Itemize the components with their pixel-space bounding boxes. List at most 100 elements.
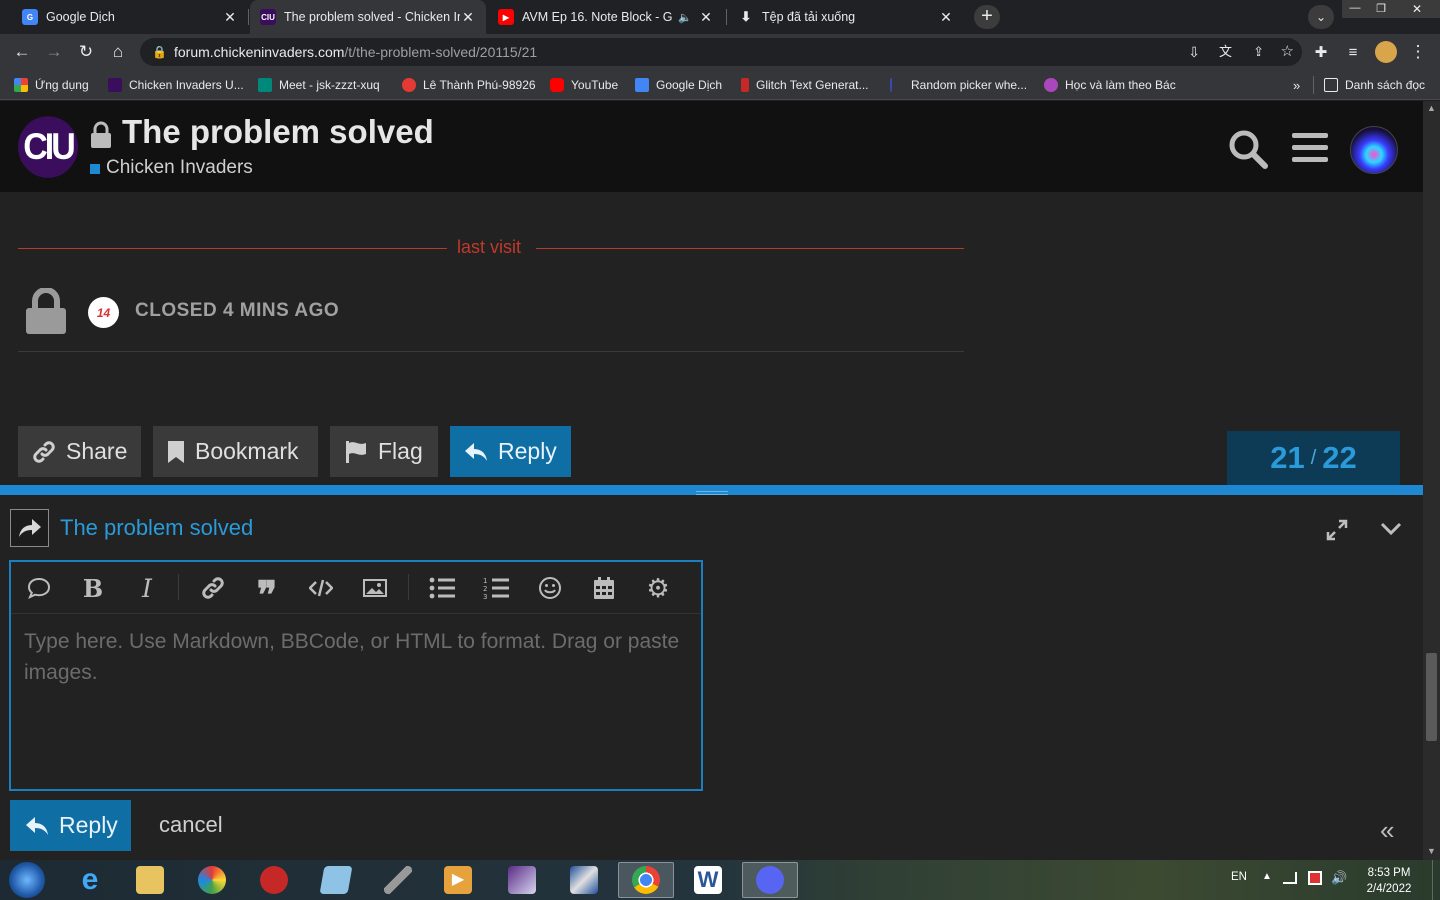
italic-icon[interactable]: I [131,572,163,604]
tray-expand-icon[interactable]: ▲ [1262,871,1272,882]
emoji-icon[interactable] [534,572,566,604]
taskbar-discord[interactable] [742,862,798,898]
speech-bubble-icon[interactable] [23,572,55,604]
system-clock[interactable]: 8:53 PM 2/4/2022 [1352,865,1426,897]
home-icon[interactable]: ⌂ [106,40,130,64]
taskbar-word[interactable]: W [680,862,736,898]
minimize-button[interactable]: — [1342,0,1368,18]
taskbar-paint[interactable] [184,862,240,898]
page-scrollbar[interactable]: ▲ ▼ [1423,101,1440,860]
bookmark-apps[interactable]: Ứng dụng [14,76,89,94]
close-icon[interactable]: ✕ [222,9,238,26]
bookmark-meet[interactable]: Meet - jsk-zzzt-xuq [258,76,380,94]
taskbar-explorer[interactable] [122,862,178,898]
scroll-up-icon[interactable]: ▲ [1427,103,1436,113]
flag-button[interactable]: Flag [330,426,438,477]
fullscreen-icon[interactable] [1326,519,1348,541]
close-icon[interactable]: ✕ [938,9,954,26]
reply-composer: The problem solved B I ❞ 123 ⚙ Type here… [0,485,1423,860]
bookmark-hoc-va-lam[interactable]: Học và làm theo Bác [1044,76,1176,94]
translate-icon[interactable]: 文 [1219,38,1232,66]
menu-icon[interactable]: ⋮ [1406,40,1430,64]
volume-icon[interactable]: 🔊 [1331,870,1347,886]
taskbar-tool[interactable] [370,862,426,898]
taskbar-game2[interactable] [556,862,612,898]
share-button[interactable]: Share [18,426,141,477]
lock-icon[interactable]: 🔒 [152,38,167,66]
quote-icon[interactable]: ❞ [251,572,283,614]
bookmark-youtube[interactable]: YouTube [550,76,618,94]
address-bar[interactable]: 🔒 forum.chickeninvaders.com/t/the-proble… [140,38,1302,66]
tab-problem-solved[interactable]: CIU The problem solved - Chicken Invader… [250,0,486,34]
reading-list[interactable]: Danh sách đọc [1324,76,1425,94]
restore-button[interactable]: ❐ [1368,0,1394,18]
reply-action-icon[interactable] [10,509,49,547]
category-link[interactable]: Chicken Invaders [106,157,253,179]
reply-textarea[interactable]: Type here. Use Markdown, BBCode, or HTML… [24,626,694,688]
install-icon[interactable]: ⇩ [1188,38,1200,66]
bookmark-random-picker[interactable]: Random picker whe... [890,76,1027,94]
tab-google-dich[interactable]: G Google Dịch ✕ [12,0,248,34]
cancel-link[interactable]: cancel [159,812,223,838]
bookmark-le-thanh-phu[interactable]: Lê Thành Phú-98926 [402,76,536,94]
taskbar-app-red[interactable] [246,862,302,898]
folder-icon [136,866,164,894]
collapse-sidebar-icon[interactable]: « [1380,815,1394,846]
chevron-down-icon[interactable] [1380,521,1402,537]
closer-avatar[interactable]: 14 [88,297,119,328]
topic-title[interactable]: The problem solved [122,113,434,151]
media-control-icon[interactable]: ≡ [1341,40,1365,64]
star-icon[interactable]: ☆ [1281,38,1294,66]
reply-button-top[interactable]: Reply [450,426,571,477]
calendar-icon[interactable] [588,572,620,604]
close-icon[interactable]: ✕ [698,9,714,26]
taskbar-ie[interactable]: e [62,862,118,898]
discord-icon [756,866,784,894]
taskbar-chrome[interactable] [618,862,674,898]
forum-logo[interactable]: CIU [18,116,78,178]
reload-icon[interactable]: ↻ [74,40,98,64]
gear-icon[interactable]: ⚙ [642,572,674,604]
close-window-button[interactable]: ✕ [1394,0,1440,18]
reply-submit-button[interactable]: Reply [10,800,131,851]
forward-icon[interactable]: → [42,40,66,64]
scrollbar-thumb[interactable] [1426,653,1437,741]
taskbar-game[interactable] [494,862,550,898]
tool-icon [384,866,412,894]
action-center-icon[interactable] [1308,871,1322,885]
bookmark-chicken-invaders[interactable]: Chicken Invaders U... [108,76,244,94]
bookmark-button[interactable]: Bookmark [153,426,318,477]
new-tab-button[interactable]: + [974,5,1000,29]
extensions-icon[interactable]: ✚ [1309,40,1333,64]
profile-avatar[interactable] [1375,41,1397,63]
user-avatar[interactable] [1350,126,1398,174]
start-button[interactable] [0,862,54,898]
bookmark-google-dich[interactable]: Google Dịch [635,76,722,94]
speaker-icon[interactable]: 🔈 [678,11,692,24]
code-icon[interactable] [305,572,337,604]
tab-avm-ep16[interactable]: ▶ AVM Ep 16. Note Block - Gre 🔈 ✕ [488,0,724,34]
scroll-down-icon[interactable]: ▼ [1427,846,1436,856]
taskbar-media[interactable]: ▶ [430,862,486,898]
taskbar-notepad[interactable] [308,862,364,898]
image-icon[interactable] [359,572,391,604]
composer-resize-grip[interactable] [696,491,728,495]
bullet-list-icon[interactable] [426,572,458,604]
numbered-list-icon[interactable]: 123 [480,572,512,604]
bookmark-glitch-text[interactable]: Glitch Text Generat... [741,76,869,94]
share-page-icon[interactable]: ⇪ [1253,38,1264,66]
back-icon[interactable]: ← [10,40,34,64]
topic-progress[interactable]: 21 / 22 [1227,431,1400,485]
language-indicator[interactable]: EN [1231,871,1247,883]
tab-downloads[interactable]: ⬇ Tệp đã tải xuống ✕ [728,0,964,34]
show-desktop-button[interactable] [1432,860,1440,900]
tab-search-icon[interactable]: ⌄ [1308,5,1334,29]
link-icon[interactable] [197,572,229,604]
search-icon[interactable] [1227,128,1269,170]
hamburger-menu-icon[interactable] [1292,131,1328,165]
composer-topic-link[interactable]: The problem solved [60,515,253,541]
bold-icon[interactable]: B [77,572,109,604]
close-icon[interactable]: ✕ [460,9,476,26]
more-bookmarks-icon[interactable]: » [1293,76,1300,94]
network-icon[interactable] [1283,872,1297,884]
